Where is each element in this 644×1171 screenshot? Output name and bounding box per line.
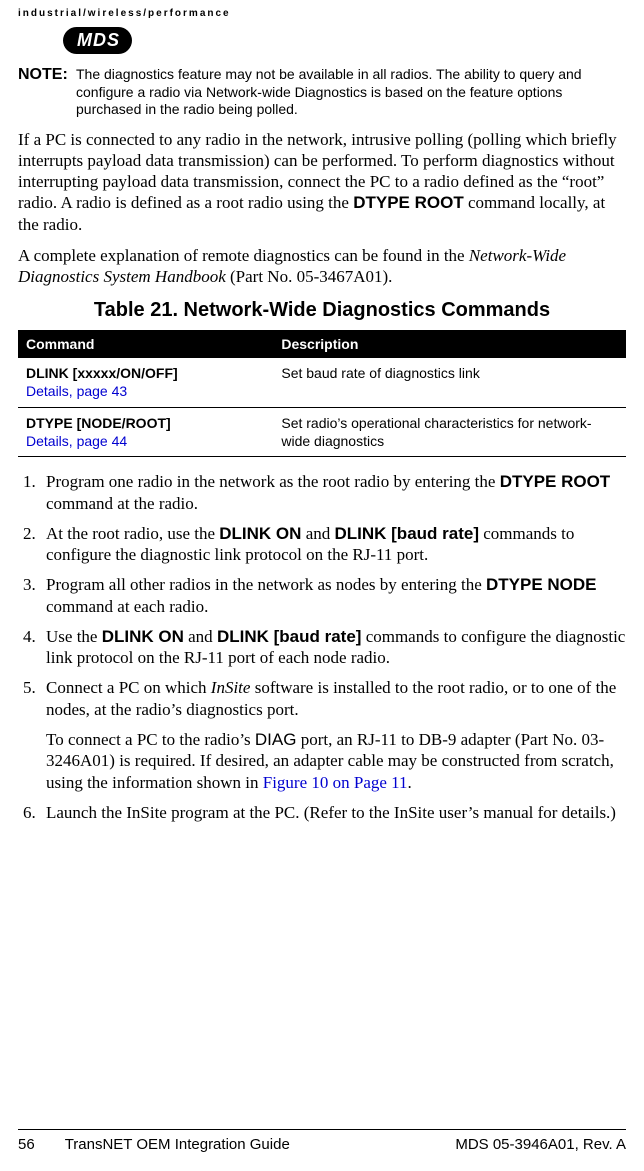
text: command at each radio. (46, 597, 208, 616)
text: Launch the InSite program at the PC. (Re… (46, 803, 616, 822)
command-description: Set radio’s operational characteristics … (273, 407, 626, 456)
text: Connect a PC on which (46, 678, 211, 697)
text: Program one radio in the network as the … (46, 472, 500, 491)
note-block: NOTE: The diagnostics feature may not be… (18, 66, 626, 119)
col-header-description: Description (273, 330, 626, 358)
header-tag: industrial/wireless/performance (18, 8, 626, 19)
command-text: DLINK ON (219, 524, 301, 543)
text: . (408, 773, 412, 792)
port-name: DIAG (255, 730, 297, 749)
sub-paragraph: To connect a PC to the radio’s DIAG port… (46, 729, 626, 794)
command-text: DLINK [baud rate] (217, 627, 362, 646)
col-header-command: Command (18, 330, 273, 358)
table-title: Table 21. Network-Wide Diagnostics Comma… (18, 299, 626, 322)
table-row: DLINK [xxxxx/ON/OFF] Details, page 43 Se… (18, 358, 626, 407)
list-item: At the root radio, use the DLINK ON and … (40, 523, 626, 567)
software-name: InSite (211, 678, 251, 697)
list-item: Program all other radios in the network … (40, 574, 626, 618)
command-text: DTYPE ROOT (500, 472, 611, 491)
paragraph-1: If a PC is connected to any radio in the… (18, 129, 626, 235)
page-number: 56 (18, 1136, 35, 1153)
text: To connect a PC to the radio’s (46, 730, 255, 749)
figure-link[interactable]: Figure 10 on Page 11 (263, 773, 408, 792)
list-item: Connect a PC on which InSite software is… (40, 677, 626, 794)
note-label: NOTE: (18, 66, 76, 119)
table-row: DTYPE [NODE/ROOT] Details, page 44 Set r… (18, 407, 626, 456)
command-name: DTYPE [NODE/ROOT] (26, 414, 265, 432)
command-text: DTYPE NODE (486, 575, 597, 594)
text: At the root radio, use the (46, 524, 219, 543)
text: A complete explanation of remote diagnos… (18, 246, 469, 265)
doc-revision: MDS 05-3946A01, Rev. A (455, 1136, 626, 1153)
command-name: DLINK [xxxxx/ON/OFF] (26, 364, 265, 382)
page-footer: 56 TransNET OEM Integration Guide MDS 05… (18, 1129, 626, 1153)
footer-title: TransNET OEM Integration Guide (65, 1136, 456, 1153)
command-text: DTYPE ROOT (353, 193, 464, 212)
text: and (301, 524, 334, 543)
text: command at the radio. (46, 494, 198, 513)
command-description: Set baud rate of diagnostics link (273, 358, 626, 407)
list-item: Launch the InSite program at the PC. (Re… (40, 802, 626, 824)
commands-table: Command Description DLINK [xxxxx/ON/OFF]… (18, 330, 626, 457)
details-link[interactable]: Details, page 43 (26, 382, 265, 400)
text: and (184, 627, 217, 646)
note-body: The diagnostics feature may not be avail… (76, 66, 626, 119)
list-item: Program one radio in the network as the … (40, 471, 626, 515)
command-text: DLINK ON (102, 627, 184, 646)
list-item: Use the DLINK ON and DLINK [baud rate] c… (40, 626, 626, 670)
text: Use the (46, 627, 102, 646)
brand-logo: MDS (63, 27, 132, 54)
text: (Part No. 05-3467A01). (226, 267, 393, 286)
text: Program all other radios in the network … (46, 575, 486, 594)
paragraph-2: A complete explanation of remote diagnos… (18, 245, 626, 288)
command-text: DLINK [baud rate] (334, 524, 479, 543)
steps-list: Program one radio in the network as the … (18, 471, 626, 824)
details-link[interactable]: Details, page 44 (26, 432, 265, 450)
